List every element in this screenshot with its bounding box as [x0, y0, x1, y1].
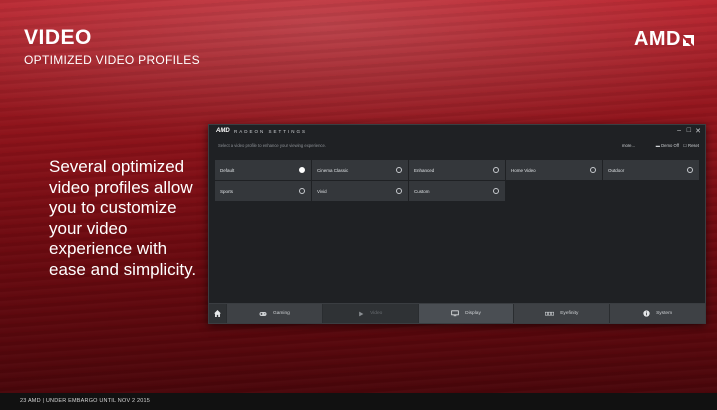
home-icon — [214, 310, 221, 317]
profile-label: Vivid — [317, 189, 327, 194]
minimize-button[interactable]: – — [677, 127, 681, 134]
app-logo: AMD — [216, 128, 230, 134]
profile-label: Home Video — [511, 168, 536, 173]
demo-toggle-label: Demo Off — [661, 143, 679, 148]
play-icon — [359, 311, 364, 316]
maximize-button[interactable]: □ — [687, 127, 691, 134]
more-link[interactable]: more... — [622, 143, 635, 148]
radio-icon — [299, 188, 305, 194]
profile-label: Outdoor — [608, 168, 625, 173]
amd-arrow-icon — [683, 35, 694, 46]
tab-system-label: System — [656, 311, 673, 316]
eyefinity-icon — [545, 311, 555, 315]
profile-label: Sports — [220, 189, 234, 194]
footer-text: 23 AMD | UNDER EMBARGO UNTIL NOV 2 2015 — [20, 398, 151, 404]
tab-gaming[interactable]: Gaming — [226, 304, 322, 323]
tab-video[interactable]: Video — [321, 304, 418, 323]
tab-display[interactable]: Display — [417, 304, 514, 323]
radio-icon — [493, 188, 499, 194]
amd-logo-text: AMD — [633, 28, 681, 50]
amd-logo: AMD — [634, 28, 695, 51]
slide-title: VIDEO — [24, 26, 92, 49]
profile-cinema-classic[interactable]: Cinema Classic — [312, 160, 408, 180]
gamepad-icon — [259, 311, 267, 316]
radio-icon — [396, 167, 402, 173]
monitor-icon — [451, 310, 459, 317]
radio-icon — [687, 167, 693, 173]
demo-toggle[interactable]: ▬ Demo Off — [656, 143, 679, 148]
profile-label: Custom — [414, 189, 430, 194]
tab-video-label: Video — [370, 311, 383, 316]
info-icon — [643, 310, 650, 317]
bottom-nav: Gaming Video Display Eyefinity System — [209, 303, 705, 323]
profile-toolbar: Select a video profile to enhance your v… — [209, 141, 705, 151]
slide-footer: 23 AMD | UNDER EMBARGO UNTIL NOV 2 2015 — [0, 393, 717, 410]
radeon-settings-window: AMD RADEON SETTINGS – □ ✕ Select a video… — [208, 124, 706, 324]
profile-label: Enhanced — [414, 168, 435, 173]
profile-row: Sports Vivid Custom — [215, 181, 699, 201]
tab-eyefinity[interactable]: Eyefinity — [513, 304, 610, 323]
profile-custom[interactable]: Custom — [409, 181, 505, 201]
reset-button[interactable]: ☐ Reset — [683, 143, 699, 148]
window-titlebar: AMD RADEON SETTINGS – □ ✕ — [209, 125, 705, 139]
profile-label: Default — [220, 168, 235, 173]
video-profile-grid: Default Cinema Classic Enhanced Home Vid… — [215, 160, 699, 202]
slide-subtitle: OPTIMIZED VIDEO PROFILES — [24, 53, 200, 67]
profile-outdoor[interactable]: Outdoor — [603, 160, 699, 180]
profile-label: Cinema Classic — [317, 168, 349, 173]
profile-enhanced[interactable]: Enhanced — [409, 160, 505, 180]
radio-icon — [590, 167, 596, 173]
home-button[interactable] — [209, 304, 226, 323]
tab-eyefinity-label: Eyefinity — [560, 311, 579, 316]
reset-label: Reset — [688, 143, 699, 148]
profile-home-video[interactable]: Home Video — [506, 160, 602, 180]
tab-display-label: Display — [465, 311, 481, 316]
close-button[interactable]: ✕ — [695, 127, 701, 135]
tab-system[interactable]: System — [609, 304, 705, 323]
radio-icon — [493, 167, 499, 173]
tab-gaming-label: Gaming — [273, 311, 290, 316]
profile-sports[interactable]: Sports — [215, 181, 311, 201]
radio-icon — [396, 188, 402, 194]
profile-vivid[interactable]: Vivid — [312, 181, 408, 201]
profile-default[interactable]: Default — [215, 160, 311, 180]
app-title: RADEON SETTINGS — [234, 129, 308, 134]
radio-selected-icon — [299, 167, 305, 173]
profile-hint-text: Select a video profile to enhance your v… — [218, 143, 327, 148]
slide-body-text: Several optimized video profiles allow y… — [49, 157, 197, 279]
profile-row: Default Cinema Classic Enhanced Home Vid… — [215, 160, 699, 180]
